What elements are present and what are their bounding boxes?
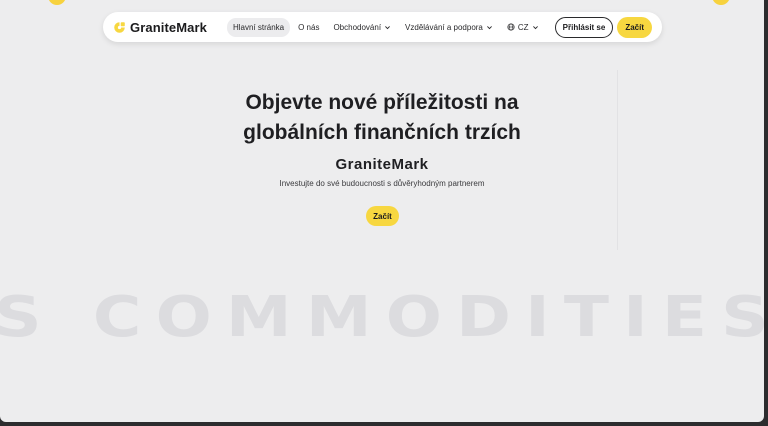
- nav-item-trading[interactable]: Obchodování: [327, 18, 397, 37]
- nav-item-label: Obchodování: [333, 22, 382, 32]
- hero-brand: GraniteMark: [335, 156, 429, 173]
- logo[interactable]: GraniteMark: [113, 20, 207, 35]
- hero-subtitle: Investujte do své budoucnosti s důvěryho…: [279, 179, 485, 188]
- hero-title: Objevte nové příležitosti na globálních …: [0, 88, 764, 148]
- nav-item-label: Hlavní stránka: [232, 22, 285, 32]
- logo-text: GraniteMark: [130, 19, 207, 35]
- decorative-coin: [48, 0, 66, 5]
- language-selector[interactable]: CZ: [501, 18, 545, 37]
- hero-title-line-1: Objevte nové příležitosti na: [245, 91, 519, 114]
- start-button[interactable]: Začít: [617, 16, 652, 38]
- hero-start-button[interactable]: Začít: [366, 206, 399, 226]
- hero-section: Objevte nové příležitosti na globálních …: [0, 88, 764, 188]
- nav-item-about[interactable]: O nás: [292, 18, 325, 37]
- decorative-coin: [712, 0, 730, 5]
- browser-viewport: GraniteMark Hlavní stránka O nás Obchodo…: [0, 0, 764, 422]
- nav-item-label: O nás: [298, 22, 320, 32]
- chevron-down-icon: [385, 25, 390, 29]
- chevron-down-icon: [486, 25, 492, 29]
- nav-item-home[interactable]: Hlavní stránka: [226, 17, 291, 37]
- nav-item-education[interactable]: Vzdělávání a podpora: [399, 18, 499, 37]
- navbar: GraniteMark Hlavní stránka O nás Obchodo…: [103, 12, 662, 42]
- language-label: CZ: [517, 22, 529, 32]
- chevron-down-icon: [532, 25, 538, 29]
- main-nav: Hlavní stránka O nás Obchodování Vzděláv…: [226, 17, 545, 37]
- nav-actions: Přihlásit se Začít: [554, 16, 652, 38]
- nav-item-label: Vzdělávání a podpora: [405, 22, 483, 32]
- globe-icon: [507, 23, 515, 31]
- logo-icon: [114, 21, 125, 33]
- marquee-text: S COMMODITIES A: [0, 285, 764, 350]
- hero-title-line-2: globálních finančních trzích: [243, 121, 521, 144]
- login-button[interactable]: Přihlásit se: [554, 16, 614, 38]
